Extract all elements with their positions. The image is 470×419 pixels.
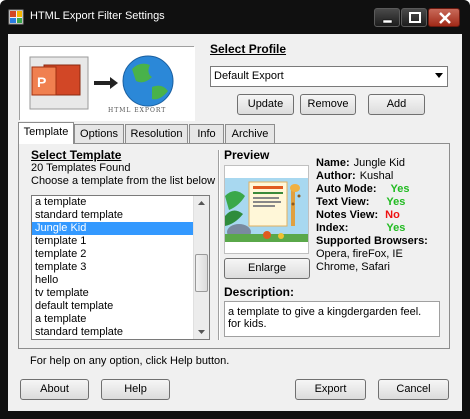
enlarge-button-label: Enlarge [248, 262, 286, 274]
text-view-value: Yes [386, 196, 406, 208]
select-template-label: Select Template [31, 148, 122, 162]
chevron-down-icon [435, 73, 443, 78]
notes-view-label: Notes View: [316, 209, 379, 221]
enlarge-button[interactable]: Enlarge [224, 258, 310, 279]
templates-found-count: 20 Templates Found [31, 162, 131, 174]
about-button[interactable]: About [20, 379, 89, 400]
template-list-item[interactable]: standard template [32, 326, 195, 339]
export-button-label: Export [314, 383, 347, 395]
tab-template[interactable]: Template [18, 122, 74, 144]
add-button[interactable]: Add [368, 94, 425, 115]
detail-auto-mode-row: Auto Mode: Yes [316, 183, 446, 196]
author-label: Author: [316, 170, 356, 182]
add-button-label: Add [386, 98, 407, 110]
cancel-button[interactable]: Cancel [378, 379, 449, 400]
remove-button-label: Remove [307, 98, 349, 110]
template-details: Name: Jungle Kid Author: Kushal Auto Mode:… [316, 157, 446, 274]
auto-mode-value: Yes [390, 183, 410, 195]
about-button-label: About [40, 383, 69, 395]
template-preview-thumbnail [224, 165, 309, 254]
svg-text:P: P [37, 74, 46, 90]
auto-mode-label: Auto Mode: [316, 183, 377, 195]
remove-button[interactable]: Remove [300, 94, 356, 115]
cancel-button-label: Cancel [396, 383, 431, 395]
template-list-item[interactable]: template 1 [32, 235, 195, 248]
help-hint-text: For help on any option, click Help butto… [30, 355, 230, 367]
update-button[interactable]: Update [237, 94, 294, 115]
preview-label: Preview [224, 148, 270, 162]
template-list-scrollbar[interactable] [193, 196, 209, 339]
html-export-banner: P HTML EXPORT [19, 46, 195, 121]
help-button-label: Help [124, 383, 147, 395]
choose-template-instruction: Choose a template from the list below [31, 175, 216, 187]
minimize-button[interactable] [374, 8, 400, 27]
help-button[interactable]: Help [101, 379, 170, 400]
template-list-item[interactable]: Jungle Kid [32, 222, 195, 235]
template-list-item[interactable]: a template [32, 313, 195, 326]
template-list-items: a template standard template Jungle Kid tem… [32, 196, 195, 339]
template-list-item[interactable]: template 2 [32, 248, 195, 261]
dialog-client-area: P HTML EXPORT Select Profile Default Exp… [8, 34, 462, 411]
scroll-up-icon[interactable] [194, 196, 209, 211]
tab-archive[interactable]: Archive [225, 124, 275, 143]
profile-dropdown[interactable]: Default Export [210, 66, 448, 87]
template-listbox[interactable]: a template standard template Jungle Kid tem… [31, 195, 210, 340]
index-value: Yes [386, 222, 406, 234]
template-list-item[interactable]: default template [32, 300, 195, 313]
template-list-item[interactable]: standard template [32, 209, 195, 222]
template-list-item[interactable]: template 3 [32, 261, 195, 274]
profile-selected-value: Default Export [214, 70, 284, 82]
description-label: Description: [224, 285, 295, 299]
index-label: Index: [316, 222, 349, 234]
supported-browsers-label: Supported Browsers: [316, 235, 428, 247]
notes-view-value: No [385, 209, 400, 221]
template-list-item[interactable]: hello [32, 274, 195, 287]
select-profile-label: Select Profile [210, 42, 287, 56]
tab-options[interactable]: Options [74, 124, 124, 143]
banner-caption: HTML EXPORT [108, 107, 167, 114]
browsers-line-2: Chrome, Safari [316, 261, 390, 273]
detail-notes-view-row: Notes View: No [316, 209, 446, 222]
panel-divider [218, 150, 220, 340]
author-value: Kushal [359, 170, 394, 182]
dialog-window: HTML Export Filter Settings P HTML EXPOR… [0, 0, 470, 419]
tab-info[interactable]: Info [189, 124, 224, 143]
app-icon [8, 9, 24, 25]
browsers-line-1: Opera, fireFox, IE [316, 248, 403, 260]
detail-index-row: Index: Yes [316, 222, 446, 235]
window-title: HTML Export Filter Settings [30, 10, 165, 22]
update-button-label: Update [247, 98, 284, 110]
export-button[interactable]: Export [295, 379, 366, 400]
detail-browsers-row: Supported Browsers: [316, 235, 446, 248]
template-tab-panel: Select Template 20 Templates Found Choos… [18, 143, 450, 349]
title-bar[interactable]: HTML Export Filter Settings [0, 0, 470, 34]
maximize-button[interactable] [401, 8, 427, 27]
template-list-item[interactable]: tv template [32, 287, 195, 300]
close-button[interactable] [428, 8, 460, 27]
detail-author-row: Author: Kushal [316, 170, 446, 183]
detail-name-row: Name: Jungle Kid [316, 157, 446, 170]
scrollbar-thumb[interactable] [195, 254, 208, 292]
tab-resolution[interactable]: Resolution [125, 124, 188, 143]
name-label: Name: [316, 157, 350, 169]
text-view-label: Text View: [316, 196, 370, 208]
detail-text-view-row: Text View: Yes [316, 196, 446, 209]
description-textbox[interactable]: a template to give a kingdergarden feel.… [224, 301, 440, 337]
template-list-item[interactable]: a template [32, 196, 195, 209]
jungle-preview-image [225, 166, 308, 253]
name-value: Jungle Kid [353, 157, 405, 169]
scroll-down-icon[interactable] [194, 324, 209, 339]
